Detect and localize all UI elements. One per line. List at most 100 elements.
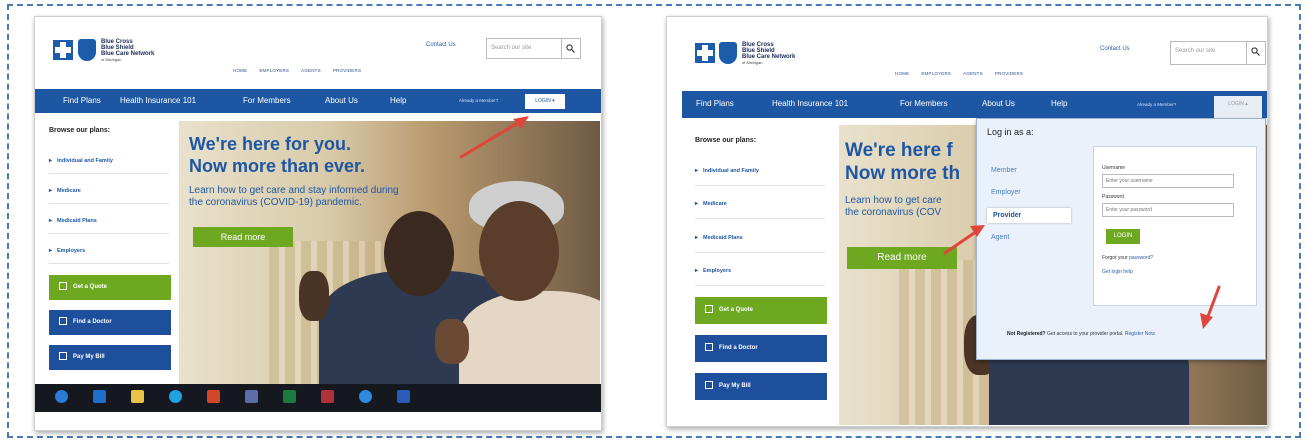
skype-icon[interactable] xyxy=(169,390,182,403)
hero-subtext: Learn how to get care the coronavirus (CO… xyxy=(845,195,942,218)
arrow-icon xyxy=(1200,285,1221,329)
pay-my-bill-button[interactable]: Pay My Bill xyxy=(49,345,171,370)
bill-icon xyxy=(705,381,713,390)
calculator-icon[interactable] xyxy=(245,390,258,403)
hero-headline: We're here for you. Now more than ever. xyxy=(189,134,366,176)
plan-medicaid[interactable]: Medicaid Plans xyxy=(695,234,825,253)
login-submit-button[interactable]: LOGIN xyxy=(1106,229,1140,244)
plan-medicare[interactable]: Medicare xyxy=(695,200,825,219)
powerpoint-icon[interactable] xyxy=(207,390,220,403)
login-option-member[interactable]: Member xyxy=(991,167,1017,174)
top-subnav: HOME EMPLOYERS AGENTS PROVIDERS xyxy=(895,71,1035,76)
hero-subtext: Learn how to get care and stay informed … xyxy=(189,185,399,208)
edge-icon[interactable] xyxy=(55,390,68,403)
browse-plans-title: Browse our plans: xyxy=(695,137,757,144)
login-panel-title: Log in as a: xyxy=(987,127,1034,137)
forgot-password-text: Forgot your password? xyxy=(1102,255,1154,261)
login-panel-footer: Not Registered? Get access to your provi… xyxy=(1007,331,1155,337)
nav-about-us[interactable]: About Us xyxy=(982,99,1015,108)
subnav-providers[interactable]: PROVIDERS xyxy=(995,71,1023,76)
contact-us-link[interactable]: Contact Us xyxy=(426,42,456,48)
login-option-provider[interactable]: Provider xyxy=(987,208,1071,223)
login-option-agent[interactable]: Agent xyxy=(991,234,1009,241)
main-nav: Find Plans Health Insurance 101 For Memb… xyxy=(682,91,1267,118)
excel-icon[interactable] xyxy=(283,390,296,403)
plan-medicare[interactable]: Medicare xyxy=(49,187,169,204)
main-nav: Find Plans Health Insurance 101 For Memb… xyxy=(35,89,601,113)
username-label: Username xyxy=(1102,165,1126,171)
subnav-providers[interactable]: PROVIDERS xyxy=(333,68,361,73)
nav-for-members[interactable]: For Members xyxy=(243,96,291,105)
subnav-employers[interactable]: EMPLOYERS xyxy=(921,71,951,76)
quote-icon xyxy=(59,282,67,291)
browse-plans-title: Browse our plans: xyxy=(49,127,111,134)
search-input[interactable]: Search our site xyxy=(486,38,581,59)
search-button[interactable] xyxy=(1246,42,1265,64)
nav-for-members[interactable]: For Members xyxy=(900,99,948,108)
arrow-icon xyxy=(943,225,985,255)
pay-my-bill-button[interactable]: Pay My Bill xyxy=(695,373,827,400)
nav-find-plans[interactable]: Find Plans xyxy=(63,96,101,105)
quote-icon xyxy=(705,305,713,314)
hero-banner: We're here for you. Now more than ever. L… xyxy=(179,121,600,387)
nav-health-insurance-101[interactable]: Health Insurance 101 xyxy=(120,96,196,105)
bill-icon xyxy=(59,352,67,361)
file-explorer-icon[interactable] xyxy=(131,390,144,403)
doctor-icon xyxy=(705,343,713,352)
screenshot-homepage: Blue Cross Blue Shield Blue Care Network of… xyxy=(34,16,602,431)
find-a-doctor-button[interactable]: Find a Doctor xyxy=(695,335,827,362)
get-a-quote-button[interactable]: Get a Quote xyxy=(49,275,171,300)
read-more-button[interactable]: Read more xyxy=(193,227,293,247)
windows-taskbar xyxy=(35,384,601,412)
login-form: Username Password LOGIN Forgot your pass… xyxy=(1093,146,1257,306)
outlook-icon[interactable] xyxy=(93,390,106,403)
find-a-doctor-button[interactable]: Find a Doctor xyxy=(49,310,171,335)
blue-shield-logo-icon xyxy=(78,39,96,61)
subnav-agents[interactable]: AGENTS xyxy=(963,71,983,76)
nav-about-us[interactable]: About Us xyxy=(325,96,358,105)
arrow-icon xyxy=(459,116,529,159)
search-icon xyxy=(566,44,575,53)
plan-employers[interactable]: Employers xyxy=(695,267,825,286)
nav-health-insurance-101[interactable]: Health Insurance 101 xyxy=(772,99,848,108)
hero-headline: We're here f Now more th xyxy=(845,140,961,184)
login-help-link[interactable]: Get login help xyxy=(1102,269,1133,275)
plan-individual-family[interactable]: Individual and Family xyxy=(695,167,825,186)
username-field[interactable] xyxy=(1102,174,1234,188)
subnav-agents[interactable]: AGENTS xyxy=(301,68,321,73)
plan-individual-family[interactable]: Individual and Family xyxy=(49,157,169,174)
login-dropdown-button[interactable]: LOGIN ▾ xyxy=(525,94,565,109)
subnav-home[interactable]: HOME xyxy=(233,68,247,73)
blue-shield-logo-icon xyxy=(719,42,737,64)
screenshot-login-panel: Blue Cross Blue Shield Blue Care Network of… xyxy=(666,16,1268,427)
plan-employers[interactable]: Employers xyxy=(49,247,169,264)
doctor-icon xyxy=(59,317,67,326)
nav-help[interactable]: Help xyxy=(390,96,406,105)
already-member-text: Already a Member? xyxy=(459,98,499,103)
top-subnav: HOME EMPLOYERS AGENTS PROVIDERS xyxy=(233,68,373,73)
get-a-quote-button[interactable]: Get a Quote xyxy=(695,297,827,324)
search-button[interactable] xyxy=(561,39,580,58)
brand-name: Blue Cross Blue Shield Blue Care Network of… xyxy=(742,42,796,65)
contact-us-link[interactable]: Contact Us xyxy=(1100,46,1130,52)
access-icon[interactable] xyxy=(321,390,334,403)
login-option-employer[interactable]: Employer xyxy=(991,189,1021,196)
word-icon[interactable] xyxy=(397,390,410,403)
login-dropdown-button[interactable]: LOGIN ▴ xyxy=(1214,96,1262,118)
blue-cross-logo-icon xyxy=(695,43,715,63)
blue-cross-logo-icon xyxy=(53,40,73,60)
plan-medicaid[interactable]: Medicaid Plans xyxy=(49,217,169,234)
search-input[interactable]: Search our site xyxy=(1170,41,1266,65)
nav-find-plans[interactable]: Find Plans xyxy=(696,99,734,108)
internet-explorer-icon[interactable] xyxy=(359,390,372,403)
forgot-password-link[interactable]: password? xyxy=(1129,255,1153,261)
already-member-text: Already a Member? xyxy=(1137,102,1177,107)
brand-name: Blue Cross Blue Shield Blue Care Network of… xyxy=(101,39,155,62)
search-icon xyxy=(1251,47,1260,56)
subnav-home[interactable]: HOME xyxy=(895,71,909,76)
register-now-link[interactable]: Register Now xyxy=(1125,331,1155,337)
password-field[interactable] xyxy=(1102,203,1234,217)
password-label: Password xyxy=(1102,194,1124,200)
subnav-employers[interactable]: EMPLOYERS xyxy=(259,68,289,73)
nav-help[interactable]: Help xyxy=(1051,99,1067,108)
